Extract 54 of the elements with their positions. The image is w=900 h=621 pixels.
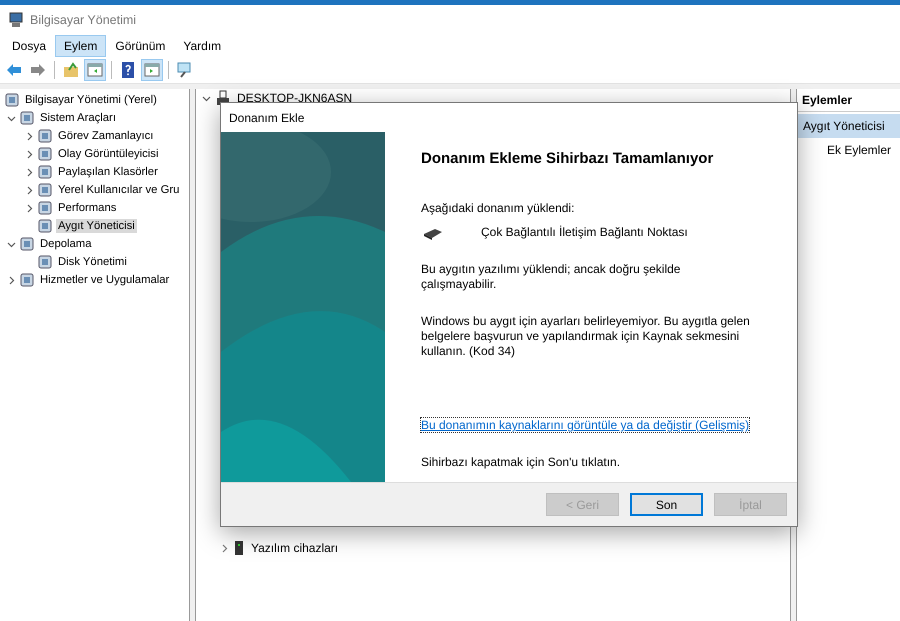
node-icon (37, 128, 53, 144)
node-icon (37, 254, 53, 270)
tree-item[interactable]: DESKTOP-JKN6ASN (235, 90, 354, 106)
node-icon (37, 146, 53, 162)
closing-text: Sihirbazı kapatmak için Son'u tıklatın. (421, 455, 622, 470)
tree-item[interactable]: Aygıt Yöneticisi (56, 219, 137, 233)
tree-item[interactable]: Yerel Kullanıcılar ve Gru (56, 183, 182, 197)
dialog-button[interactable]: Son (630, 493, 703, 516)
tree-item[interactable]: Bilgisayar Yönetimi (Yerel) (23, 93, 159, 107)
chevron-icon[interactable] (6, 240, 16, 248)
chevron-icon[interactable] (24, 186, 34, 194)
action-link[interactable]: Ek Eylemler (827, 143, 892, 157)
chevron-icon[interactable] (24, 168, 34, 176)
node-icon (37, 164, 53, 180)
chevron-icon[interactable] (220, 544, 229, 552)
chevron-icon[interactable] (202, 94, 211, 102)
info-text: Windows bu aygıt için ayarları belirleyemiyor. Bu aygıtla gelen belgelere başvurun ve yapılandırmak için Kaynak sekmesini kullanın. (Kod 34) (421, 314, 751, 359)
device-name: Çok Bağlantılı İletişim Bağlantı Noktası (481, 225, 688, 240)
node-icon (4, 92, 20, 108)
installed-label: Aşağıdaki donanım yüklendi: (421, 201, 576, 216)
tree-item[interactable]: Hizmetler ve Uygulamalar (38, 273, 172, 287)
pane-toggle-icon[interactable] (141, 59, 163, 81)
tree-item[interactable]: Performans (56, 201, 118, 215)
tree-item[interactable]: Sistem Araçları (38, 111, 118, 125)
window-title: Bilgisayar Yönetimi (30, 13, 136, 27)
dialog-title: Donanım Ekle (229, 110, 304, 124)
menu-item[interactable]: Dosya (3, 35, 56, 57)
node-icon (19, 110, 35, 126)
tree-item[interactable]: Görev Zamanlayıcı (56, 129, 156, 143)
tree-item[interactable]: Yazılım cihazları (249, 540, 340, 556)
menu-item[interactable]: Görünüm (106, 35, 174, 57)
advanced-link[interactable]: Bu donanımın kaynaklarını görüntüle ya da değiştir (Gelişmiş) (421, 418, 750, 432)
chevron-icon[interactable] (24, 204, 34, 212)
pane-toggle-icon[interactable] (84, 59, 106, 81)
chevron-icon[interactable] (6, 276, 16, 284)
node-icon (19, 272, 35, 288)
info-text: Bu aygıtın yazılımı yüklendi; ancak doğru şekilde çalışmayabilir. (421, 262, 682, 292)
wizard-heading: Donanım Ekleme Sihirbazı Tamamlanıyor (421, 150, 714, 167)
node-icon (19, 236, 35, 252)
tree-item[interactable]: Depolama (38, 237, 94, 251)
menu-item[interactable]: Eylem (55, 35, 106, 57)
node-icon (37, 182, 53, 198)
node-icon (37, 200, 53, 216)
chevron-icon[interactable] (24, 150, 34, 158)
device-icon (234, 540, 244, 556)
computer-management-icon (8, 12, 24, 28)
tree-item[interactable]: Disk Yönetimi (56, 255, 129, 269)
menu-item[interactable]: Yardım (174, 35, 230, 57)
chevron-icon[interactable] (6, 114, 16, 122)
chevron-icon[interactable] (24, 132, 34, 140)
actions-section[interactable]: Aygıt Yöneticisi (797, 114, 900, 138)
tree-item[interactable]: Olay Görüntüleyicisi (56, 147, 160, 161)
tree-item[interactable]: Paylaşılan Klasörler (56, 165, 160, 179)
node-icon (37, 218, 53, 234)
